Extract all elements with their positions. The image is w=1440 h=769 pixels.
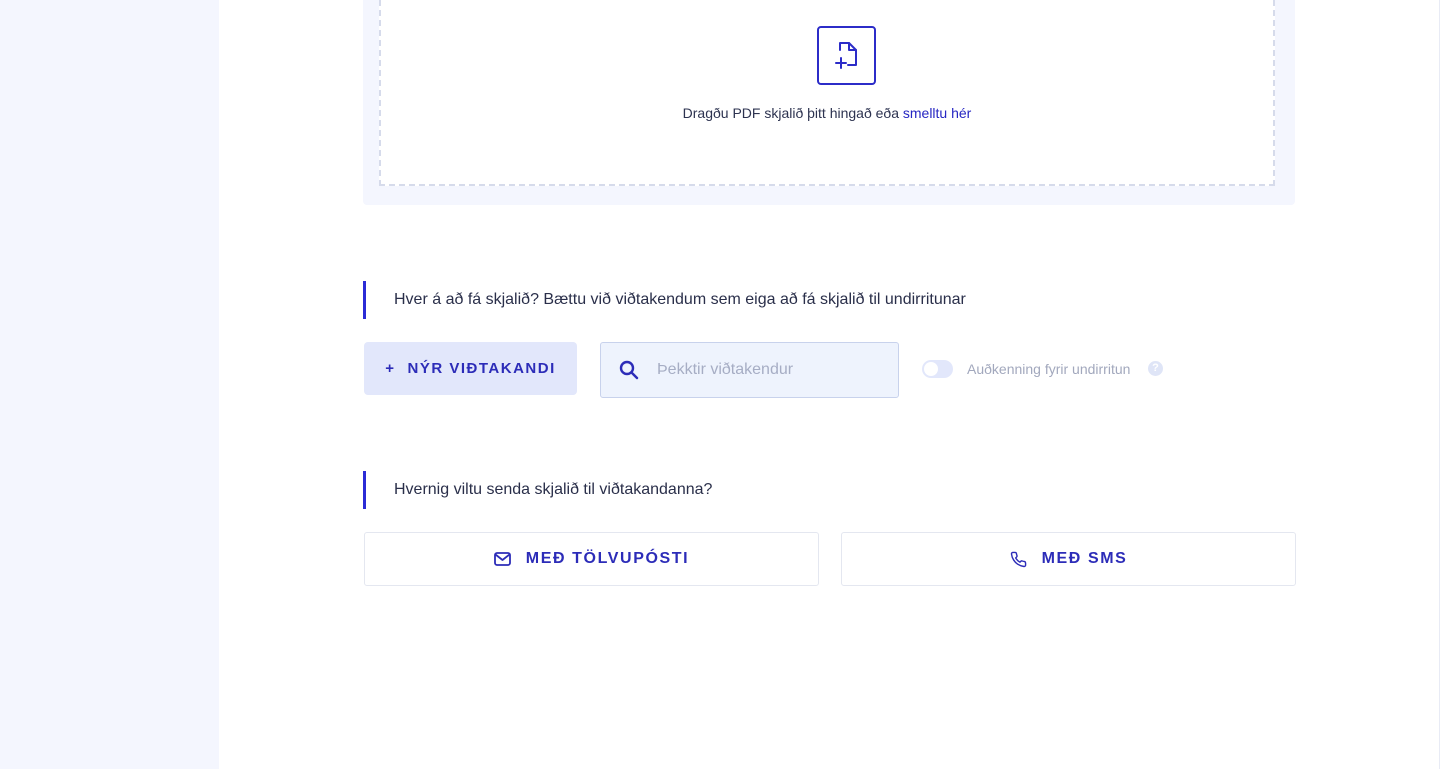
send-method-section-title: Hvernig viltu senda skjalið til viðtakan…: [363, 471, 712, 509]
recipients-title-text: Hver á að fá skjalið? Bættu við viðtaken…: [394, 291, 966, 308]
search-input[interactable]: [655, 360, 879, 380]
recipients-section-title: Hver á að fá skjalið? Bættu við viðtaken…: [363, 281, 966, 319]
plus-icon: +: [385, 360, 396, 377]
known-recipients-search[interactable]: [600, 342, 899, 398]
send-method-title-text: Hvernig viltu senda skjalið til viðtakan…: [394, 481, 713, 498]
authentication-toggle-label: Auðkenning fyrir undirritun: [967, 361, 1131, 377]
click-here-link[interactable]: smelltu hér: [903, 105, 971, 121]
email-button-label: MEÐ TÖLVUPÓSTI: [525, 550, 690, 567]
authentication-toggle[interactable]: [922, 360, 953, 378]
toggle-knob: [924, 362, 938, 376]
new-recipient-label: NÝR VIÐTAKANDI: [407, 360, 556, 377]
pdf-dropzone[interactable]: Dragðu PDF skjalið þitt hingað eða smell…: [379, 0, 1275, 186]
help-icon[interactable]: ?: [1148, 361, 1163, 376]
phone-icon: [1010, 550, 1028, 568]
sms-button-label: MEÐ SMS: [1041, 550, 1128, 567]
dropzone-text: Dragðu PDF skjalið þitt hingað eða: [682, 105, 903, 121]
mail-icon: [494, 550, 512, 568]
dropzone-instructions: Dragðu PDF skjalið þitt hingað eða smell…: [381, 105, 1273, 121]
file-plus-icon[interactable]: [817, 26, 876, 85]
sidebar: [0, 0, 219, 769]
new-recipient-button[interactable]: + NÝR VIÐTAKANDI: [364, 342, 577, 395]
send-by-email-button[interactable]: MEÐ TÖLVUPÓSTI: [364, 532, 819, 586]
send-by-sms-button[interactable]: MEÐ SMS: [841, 532, 1296, 586]
upload-panel: Dragðu PDF skjalið þitt hingað eða smell…: [363, 0, 1295, 205]
search-icon: [618, 359, 640, 381]
